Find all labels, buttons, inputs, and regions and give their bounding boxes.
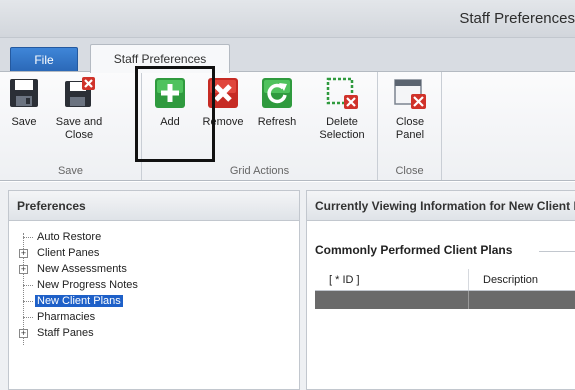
tree-item-new-client-plans[interactable]: New Client Plans: [21, 293, 299, 309]
save-and-close-label: Save and Close: [55, 116, 103, 141]
grid-new-row[interactable]: [315, 291, 575, 309]
group-label-save: Save: [57, 165, 84, 177]
column-header-description[interactable]: Description: [469, 269, 575, 290]
tree-connector: [23, 301, 33, 302]
content-area: Preferences Auto Restore + Client Panes …: [0, 182, 575, 390]
tree-item-new-progress-notes[interactable]: New Progress Notes: [21, 277, 299, 293]
tree-item-staff-panes[interactable]: + Staff Panes: [19, 325, 299, 341]
tree-item-label: Pharmacies: [37, 311, 96, 323]
section-title: Commonly Performed Client Plans: [315, 243, 513, 257]
tree-item-new-assessments[interactable]: + New Assessments: [19, 261, 299, 277]
group-label-grid-actions: Grid Actions: [229, 165, 290, 177]
details-pane: Currently Viewing Information for New Cl…: [306, 190, 575, 390]
tree-connector: [23, 317, 33, 318]
preferences-pane: Preferences Auto Restore + Client Panes …: [8, 190, 300, 390]
section-divider: [539, 251, 575, 252]
refresh-label: Refresh: [257, 116, 297, 128]
tree-item-label: New Progress Notes: [37, 279, 138, 291]
group-label-close: Close: [395, 165, 424, 177]
save-label: Save: [11, 116, 37, 128]
delete-selection-icon: [325, 76, 359, 110]
tree-item-pharmacies[interactable]: Pharmacies: [21, 309, 299, 325]
ribbon-group-save: Save Save and Close Save: [0, 72, 142, 180]
save-and-close-button[interactable]: Save and Close: [48, 76, 110, 142]
tab-file[interactable]: File: [10, 47, 78, 72]
ribbon-group-close: Close Panel Close: [378, 72, 442, 180]
client-plans-grid[interactable]: [ * ID ] Description: [315, 269, 575, 309]
expand-icon[interactable]: +: [19, 249, 28, 258]
refresh-icon: [260, 76, 294, 110]
ribbon: Save Save and Close Save Add Remove Refr…: [0, 71, 575, 181]
refresh-button[interactable]: Refresh: [252, 76, 302, 129]
add-button-highlight: [135, 66, 215, 162]
close-panel-label: Close Panel: [395, 116, 425, 141]
tree-item-client-panes[interactable]: + Client Panes: [19, 245, 299, 261]
expand-icon[interactable]: +: [19, 329, 28, 338]
details-header: Currently Viewing Information for New Cl…: [307, 191, 575, 221]
title-bar: Staff Preferences: [0, 0, 575, 38]
tree-connector: [23, 285, 33, 286]
delete-selection-button[interactable]: Delete Selection: [310, 76, 374, 142]
tree-item-label: New Assessments: [37, 263, 127, 275]
tree-item-label: Auto Restore: [37, 231, 102, 243]
tree-item-label: New Client Plans: [35, 295, 123, 307]
column-header-id[interactable]: [ * ID ]: [315, 269, 469, 290]
window-title: Staff Preferences: [459, 10, 575, 27]
preferences-tree: Auto Restore + Client Panes + New Assess…: [9, 221, 299, 345]
tree-item-label: Client Panes: [37, 247, 100, 259]
grid-header-row: [ * ID ] Description: [315, 269, 575, 291]
tree-item-label: Staff Panes: [37, 327, 94, 339]
save-button[interactable]: Save: [4, 76, 44, 129]
tree-item-auto-restore[interactable]: Auto Restore: [21, 229, 299, 245]
ribbon-tab-row: File Staff Preferences: [0, 38, 575, 73]
expand-icon[interactable]: +: [19, 265, 28, 274]
grid-cell[interactable]: [315, 291, 469, 309]
preferences-header: Preferences: [9, 191, 299, 221]
tree-connector: [23, 237, 33, 238]
save-icon: [7, 76, 41, 110]
grid-cell[interactable]: [469, 291, 575, 309]
save-and-close-icon: [62, 76, 96, 110]
delete-selection-label: Delete Selection: [319, 116, 365, 141]
close-panel-icon: [393, 76, 427, 110]
close-panel-button[interactable]: Close Panel: [384, 76, 436, 142]
